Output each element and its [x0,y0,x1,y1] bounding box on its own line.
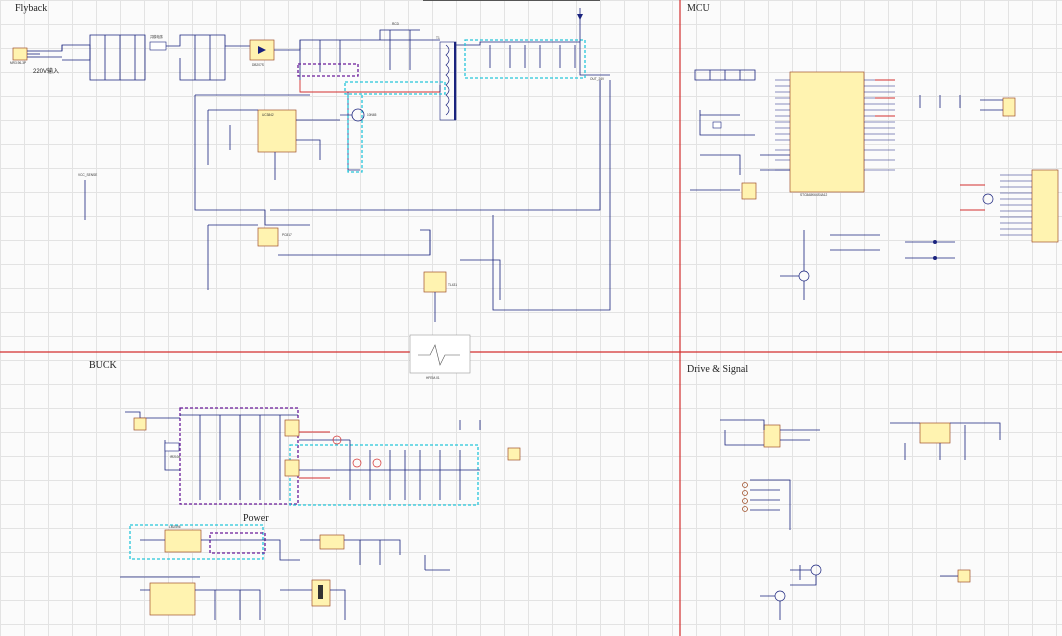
optocoupler: PC817 [257,227,292,247]
mcu-chip: STC8A8K64S4A12 [789,71,865,197]
tl431: TL431 [423,271,457,293]
schematic-drawing: MR3.96-3P 220V输入 共模电感 DB207S RCD T1 OUT_… [0,0,1062,636]
transformer: T1 [436,36,457,121]
flyback-circuit: MR3.96-3P 220V输入 共模电感 DB207S RCD T1 OUT_… [10,0,611,380]
buck-circuit: IR2104 [125,407,521,506]
svg-text:DB207S: DB207S [252,63,264,67]
power-reg-label: LM2596 [169,525,181,529]
svg-text:MR3.96-3P: MR3.96-3P [10,61,26,65]
mosfet: 10N65 [340,108,377,122]
drive-signal-circuit [720,419,1001,620]
svg-text:10N65: 10N65 [367,113,377,117]
buck-driver [284,419,300,477]
svg-text:OUT_24V: OUT_24V [590,77,605,81]
ac-input-label: 220V输入 [33,67,59,75]
bridge-rectifier: DB207S [249,39,275,67]
mcu-circuit: STC8A8K64S4A12 [690,69,1059,300]
schematic-sheet: Flyback MCU BUCK Drive & Signal Power MR… [0,0,1062,636]
svg-text:HFEM-01: HFEM-01 [426,376,440,380]
svg-text:共模电感: 共模电感 [150,34,164,39]
optocoupler-label: PC817 [282,233,292,237]
svg-text:RCD: RCD [392,22,400,26]
svg-text:VCC_SENSE: VCC_SENSE [78,173,97,177]
power-regulator: LM2596 [164,525,202,553]
power-circuit: LM2596 [120,524,450,620]
flyback-controller-label: UC3842 [262,113,274,117]
flyback-controller: UC3842 [257,109,297,153]
mcu-chip-label: STC8A8K64S4A12 [800,193,828,197]
transformer-label: T1 [436,36,440,40]
tl431-label: TL431 [448,283,457,287]
ac-input-connector: MR3.96-3P [10,47,40,65]
buck-driver-label: IR2104 [170,455,181,459]
